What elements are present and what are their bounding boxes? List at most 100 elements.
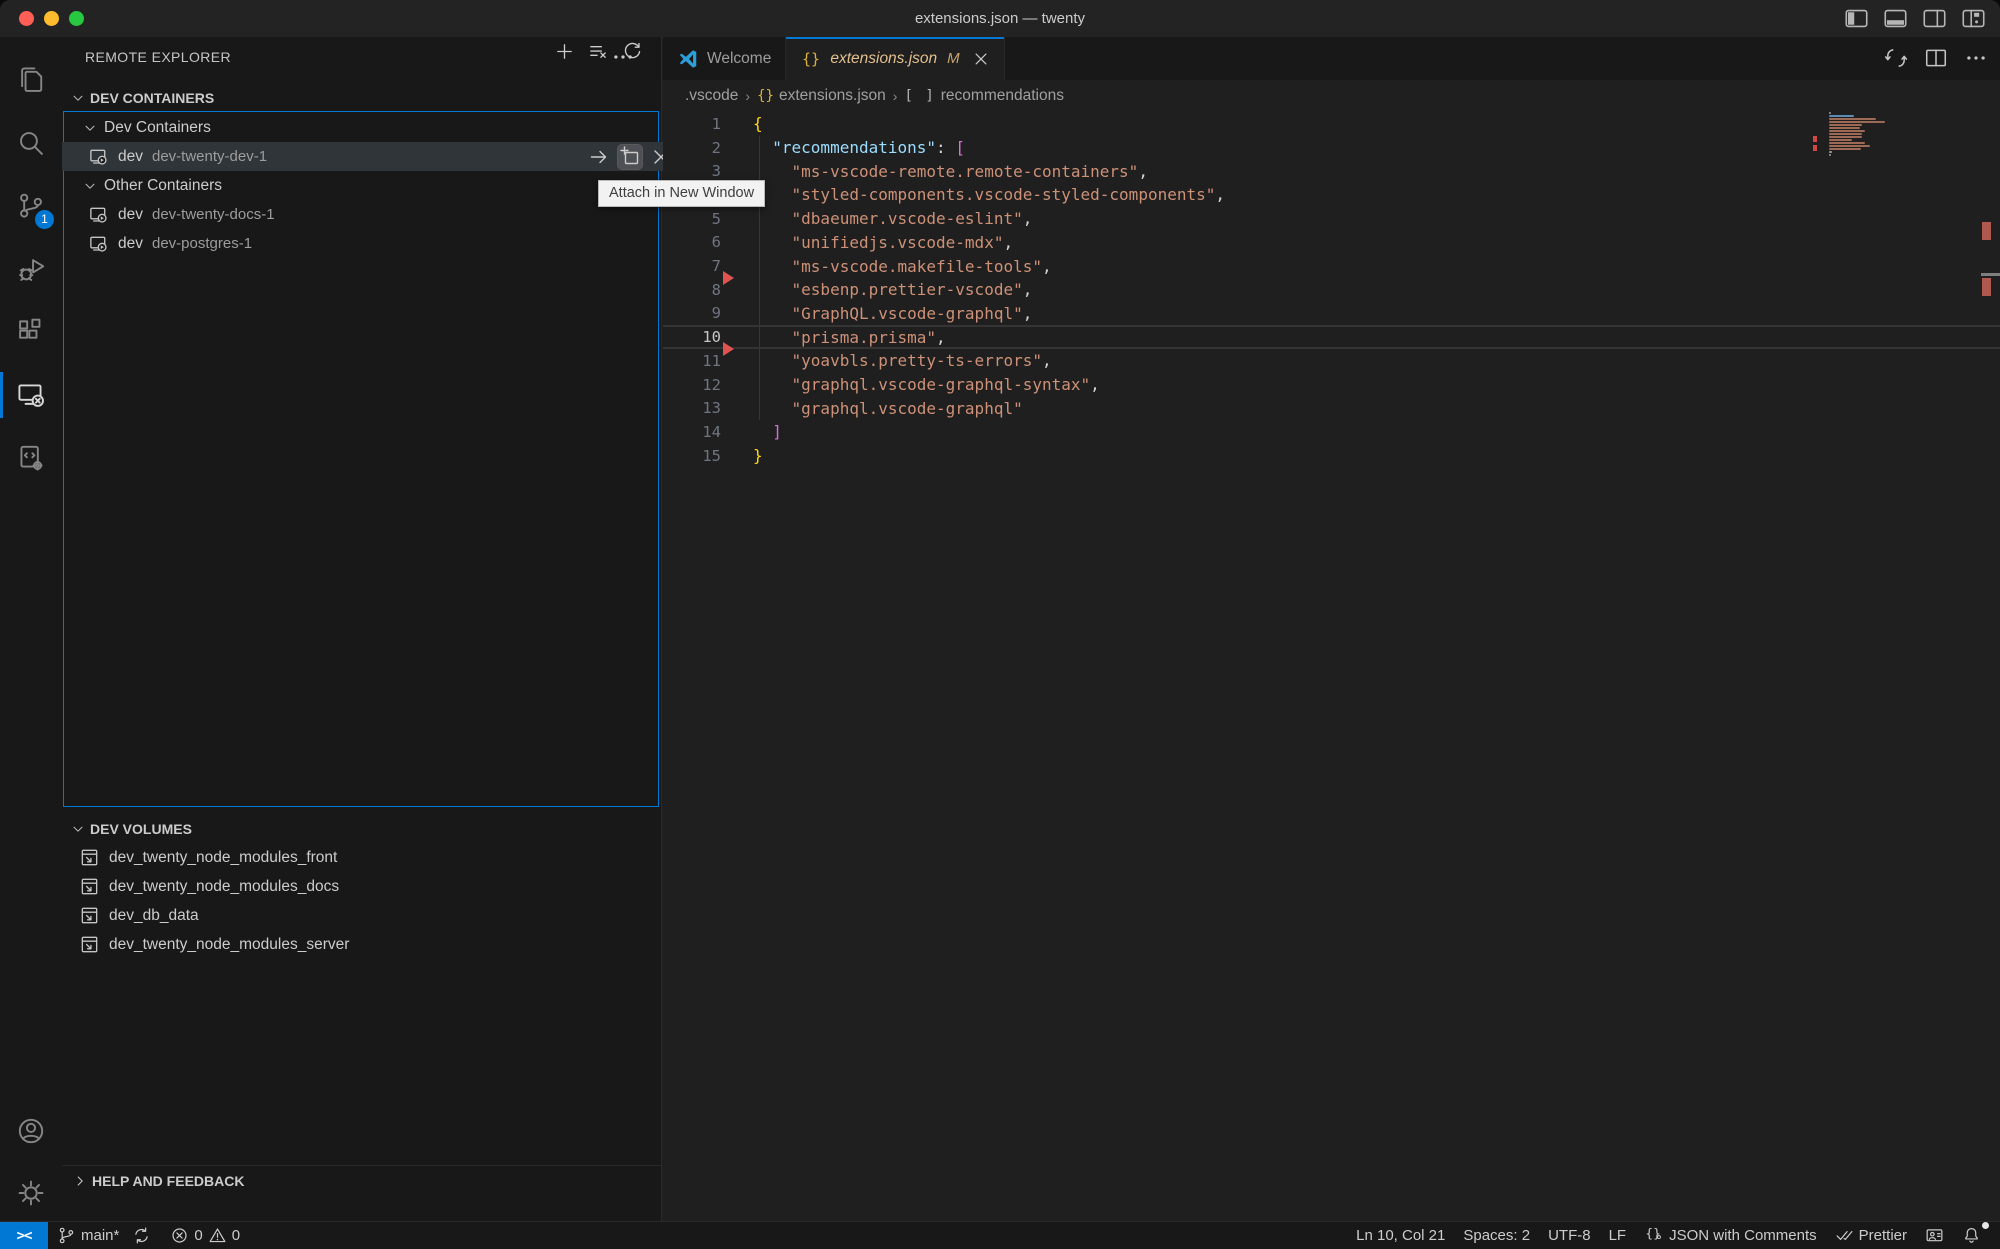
activity-settings[interactable] [0, 1162, 62, 1224]
code-line-8[interactable]: 8 "esbenp.prettier-vscode", [663, 278, 2000, 302]
open-changes-icon[interactable] [1884, 46, 1908, 70]
line-number: 6 [663, 233, 721, 251]
bell-icon [1962, 1226, 1981, 1245]
branch-status[interactable]: main* [48, 1222, 128, 1249]
section-help-and-feedback[interactable]: HELP AND FEEDBACK [62, 1165, 661, 1195]
new-dev-container-icon[interactable] [554, 41, 575, 62]
extensions-icon [16, 317, 46, 347]
volume-icon [79, 934, 100, 955]
activity-bar: 1 [0, 37, 63, 1222]
code-line-1[interactable]: 1{ [663, 112, 2000, 136]
activity-run-and-debug[interactable] [0, 238, 62, 300]
activity-source-control[interactable]: 1 [0, 175, 62, 237]
activity-dev-containers[interactable] [0, 427, 62, 489]
section-dev-containers[interactable]: DEV CONTAINERS [62, 85, 661, 111]
attach-in-new-window-icon[interactable] [618, 145, 642, 169]
status-notifications[interactable] [1953, 1222, 1990, 1249]
minimap-line [1829, 127, 1860, 129]
container-icon [88, 146, 109, 167]
status-cursor-position[interactable]: Ln 10, Col 21 [1347, 1222, 1454, 1249]
remote-explorer-icon [16, 380, 46, 410]
activity-search[interactable] [0, 112, 62, 174]
section-dev-volumes[interactable]: DEV VOLUMES [62, 816, 661, 842]
remote-indicator[interactable]: >< [0, 1222, 48, 1249]
deleted-lines-marker [723, 342, 734, 356]
sidebar-title: REMOTE EXPLORER [85, 49, 231, 65]
code-line-9[interactable]: 9 "GraphQL.vscode-graphql", [663, 302, 2000, 326]
tab-extensions-json[interactable]: {}extensions.jsonM [786, 37, 1004, 80]
container-item[interactable]: devdev-twenty-docs-1 [62, 200, 687, 229]
code-editor[interactable]: 1{2 "recommendations": [3 "ms-vscode-rem… [663, 112, 2000, 1222]
line-number: 1 [663, 115, 721, 133]
customize-layout-icon[interactable] [1961, 6, 1986, 31]
line-text: "recommendations": [ [753, 138, 965, 157]
problems-status[interactable]: 0 0 [161, 1222, 249, 1249]
overview-ruler[interactable] [1981, 37, 2000, 1222]
double-check-icon [1835, 1226, 1854, 1245]
split-editor-icon[interactable] [1924, 46, 1948, 70]
code-line-4[interactable]: 4 "styled-components.vscode-styled-compo… [663, 183, 2000, 207]
toggle-secondary-sidebar-icon[interactable] [1922, 6, 1947, 31]
json-file-icon: {} [800, 48, 822, 70]
line-number: 12 [663, 376, 721, 394]
editor-group: Welcome{}extensions.jsonM .vscode›{}exte… [663, 37, 2000, 1222]
container-item[interactable]: devdev-postgres-1 [62, 229, 687, 258]
volume-item[interactable]: dev_twenty_node_modules_docs [62, 872, 678, 901]
error-icon [170, 1226, 189, 1245]
status-formatter[interactable]: Prettier [1826, 1222, 1916, 1249]
tab-welcome[interactable]: Welcome [663, 37, 786, 80]
status-encoding[interactable]: UTF-8 [1539, 1222, 1600, 1249]
volume-item[interactable]: dev_twenty_node_modules_front [62, 843, 678, 872]
volume-item[interactable]: dev_twenty_node_modules_server [62, 930, 678, 959]
code-line-15[interactable]: 15} [663, 444, 2000, 468]
branch-icon [57, 1226, 76, 1245]
breadcrumb: .vscode›{}extensions.json›[ ]recommendat… [685, 80, 1064, 112]
code-line-13[interactable]: 13 "graphql.vscode-graphql" [663, 396, 2000, 420]
attach-in-current-window-icon[interactable] [587, 145, 611, 169]
tree-group-other-containers[interactable]: Other Containers [62, 171, 681, 200]
status-language-mode[interactable]: {}JSON with Comments [1635, 1222, 1826, 1249]
refresh-icon[interactable] [622, 41, 643, 62]
minimap-line [1829, 148, 1861, 150]
breadcrumb-item[interactable]: {}extensions.json [757, 87, 886, 105]
feedback-icon [1925, 1226, 1944, 1245]
volume-item[interactable]: dev_db_data [62, 901, 678, 930]
section-dev-containers-label: DEV CONTAINERS [90, 90, 214, 106]
code-line-6[interactable]: 6 "unifiedjs.vscode-mdx", [663, 231, 2000, 255]
status-indentation[interactable]: Spaces: 2 [1454, 1222, 1539, 1249]
branch-label: main* [81, 1227, 119, 1244]
container-name: dev [118, 148, 143, 166]
status-eol[interactable]: LF [1600, 1222, 1636, 1249]
breadcrumb-item[interactable]: .vscode [685, 87, 738, 105]
clean-up-dev-containers-icon[interactable] [588, 41, 609, 62]
minimap-line [1829, 115, 1854, 117]
breadcrumb-item[interactable]: [ ]recommendations [904, 87, 1064, 105]
code-line-12[interactable]: 12 "graphql.vscode-graphql-syntax", [663, 373, 2000, 397]
volume-name: dev_twenty_node_modules_front [109, 849, 337, 867]
breadcrumb-label: .vscode [685, 87, 738, 105]
code-line-7[interactable]: 7 "ms-vscode.makefile-tools", [663, 254, 2000, 278]
code-line-2[interactable]: 2 "recommendations": [ [663, 136, 2000, 160]
status-feedback[interactable] [1916, 1222, 1953, 1249]
tree-group-dev-containers[interactable]: Dev Containers [62, 113, 681, 142]
tree-group-label: Other Containers [104, 177, 222, 195]
vscode-logo-icon [677, 48, 699, 70]
code-line-10[interactable]: 10 "prisma.prisma", [663, 325, 2000, 349]
code-line-3[interactable]: 3 "ms-vscode-remote.remote-containers", [663, 159, 2000, 183]
activity-explorer[interactable] [0, 49, 62, 111]
volume-icon [79, 905, 100, 926]
activity-remote-explorer[interactable] [0, 364, 62, 426]
chevron-down-icon [70, 821, 86, 837]
sync-status[interactable] [128, 1222, 155, 1249]
container-item[interactable]: devdev-twenty-dev-1 [62, 142, 687, 171]
close-tab-icon[interactable] [972, 50, 990, 68]
activity-extensions[interactable] [0, 301, 62, 363]
minimap[interactable] [1821, 108, 1981, 1222]
code-line-11[interactable]: 11 "yoavbls.pretty-ts-errors", [663, 349, 2000, 373]
code-line-14[interactable]: 14 ] [663, 420, 2000, 444]
code-line-5[interactable]: 5 "dbaeumer.vscode-eslint", [663, 207, 2000, 231]
toggle-panel-icon[interactable] [1883, 6, 1908, 31]
toggle-primary-sidebar-icon[interactable] [1844, 6, 1869, 31]
activity-accounts[interactable] [0, 1100, 62, 1162]
search-icon [16, 128, 46, 158]
